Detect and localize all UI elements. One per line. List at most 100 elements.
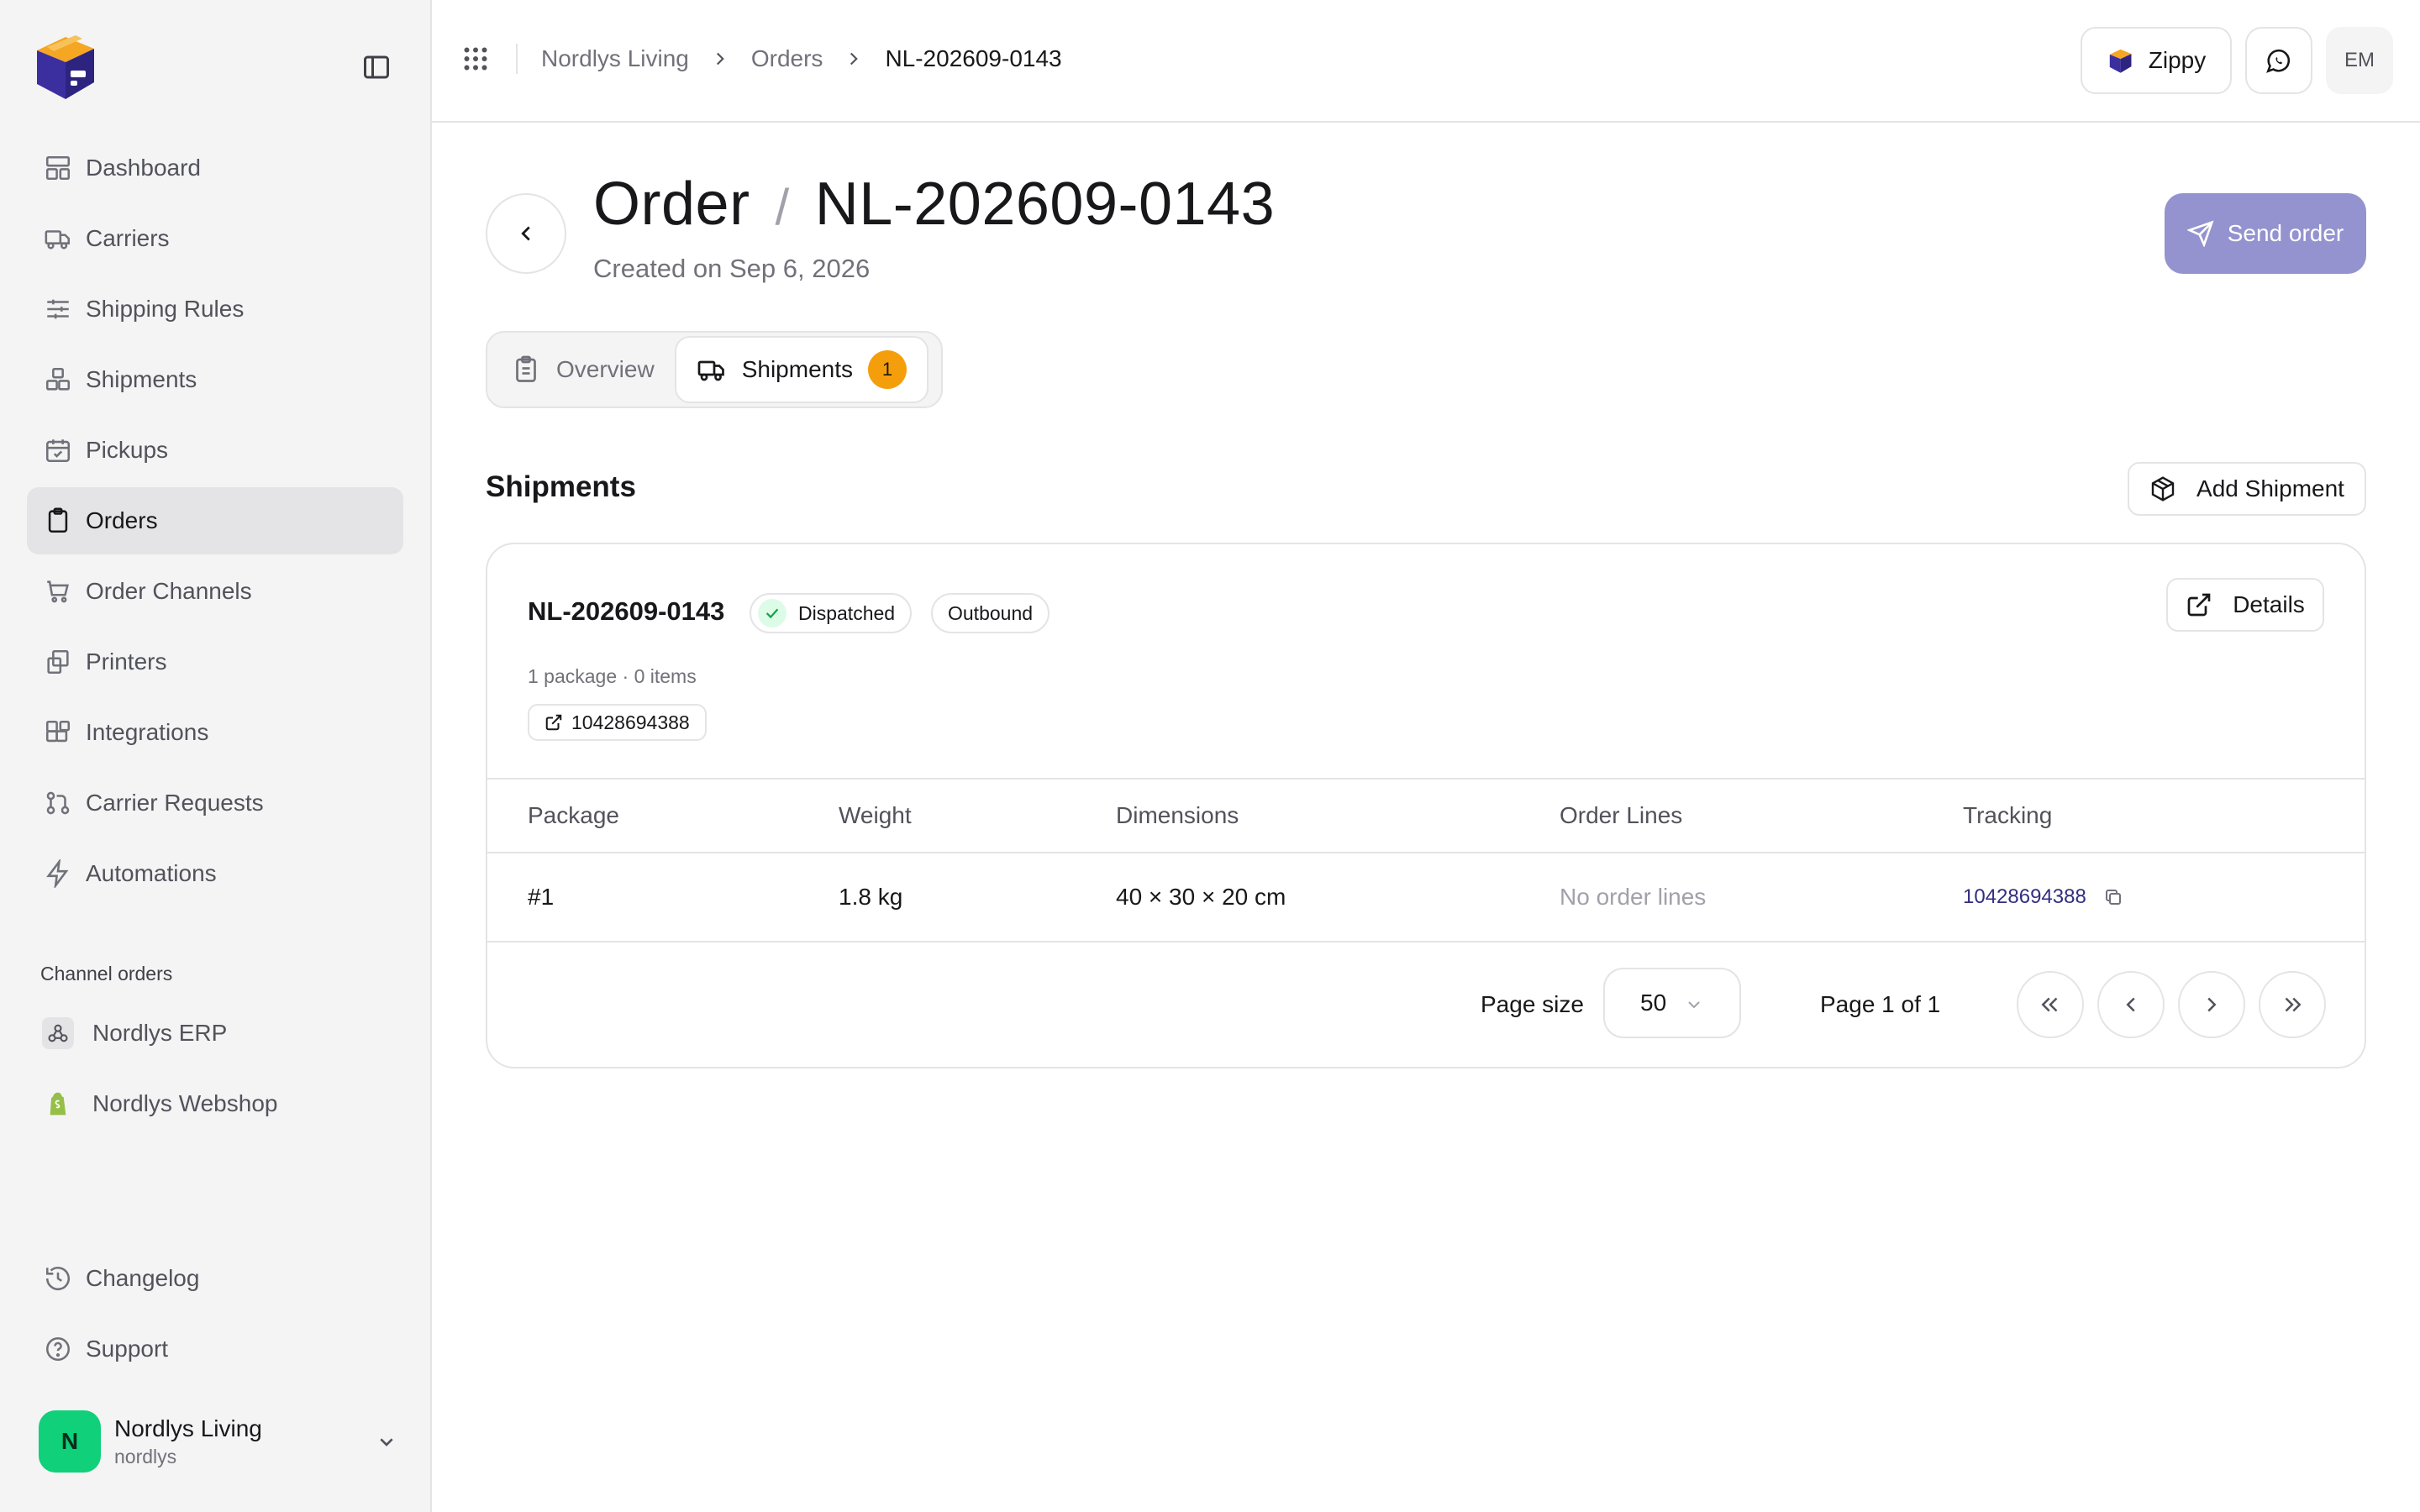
tracking-number-link[interactable]: 10428694388: [1963, 885, 2086, 909]
sidebar-item-support[interactable]: Support: [27, 1315, 403, 1383]
page-info: Page 1 of 1: [1820, 991, 1941, 1017]
sidebar-item-dashboard[interactable]: Dashboard: [27, 134, 403, 202]
check-icon: [758, 599, 786, 627]
tab-overview[interactable]: Overview: [491, 336, 675, 403]
sidebar-bottom-nav: Changelog Support: [27, 1245, 403, 1386]
channel-list: Nordlys ERP Nordlys Webshop: [27, 1000, 403, 1141]
cart-icon: [44, 577, 72, 606]
page-size-select[interactable]: 50: [1603, 968, 1741, 1038]
layout-icon: [44, 154, 72, 182]
direction-badge: Outbound: [931, 593, 1050, 633]
tab-label: Overview: [556, 356, 655, 382]
title-separator: /: [775, 179, 790, 235]
channel-item-erp[interactable]: Nordlys ERP: [27, 1000, 403, 1067]
sidebar-item-orders[interactable]: Orders: [27, 487, 403, 554]
sidebar-item-label: Carriers: [86, 225, 170, 251]
shipment-meta: 1 package · 0 items: [528, 665, 697, 687]
tab-label: Shipments: [741, 356, 853, 382]
message-circle-icon: [2265, 46, 2293, 75]
shipments-heading: Shipments: [486, 470, 636, 503]
column-header: Package: [528, 802, 619, 828]
chevron-right-icon: [2207, 997, 2217, 1012]
send-order-button[interactable]: Send order: [2165, 193, 2366, 274]
account-avatar: N: [39, 1410, 101, 1473]
status-badge: Dispatched: [750, 593, 913, 633]
pagination: Page size 50 Page 1 of 1: [487, 942, 2365, 1067]
divider: [516, 44, 518, 74]
first-page-button[interactable]: [2017, 971, 2084, 1038]
sidebar-item-printers[interactable]: Printers: [27, 628, 403, 696]
account-text: Nordlys Living nordlys: [114, 1415, 262, 1468]
column-header: Dimensions: [1116, 802, 1239, 828]
shipment-card: NL-202609-0143 Dispatched Outbound Detai…: [486, 543, 2366, 1068]
details-button[interactable]: Details: [2166, 578, 2324, 632]
sidebar-toggle-icon[interactable]: [360, 52, 393, 82]
channel-orders-heading: Channel orders: [40, 963, 173, 984]
created-date: Created on Sep 6, 2026: [593, 254, 871, 283]
table-header: Package Weight Dimensions Order Lines Tr…: [487, 778, 2365, 853]
chevron-right-icon: [709, 48, 731, 70]
chat-button[interactable]: [2245, 27, 2312, 94]
chevrons-right-icon: [2285, 997, 2302, 1012]
breadcrumb-item[interactable]: Orders: [751, 45, 823, 72]
sidebar-item-changelog[interactable]: Changelog: [27, 1245, 403, 1312]
calendar-check-icon: [44, 436, 72, 465]
sidebar-item-integrations[interactable]: Integrations: [27, 699, 403, 766]
sidebar-item-order-channels[interactable]: Order Channels: [27, 558, 403, 625]
sidebar-item-carrier-requests[interactable]: Carrier Requests: [27, 769, 403, 837]
account-switcher[interactable]: N Nordlys Living nordlys: [39, 1408, 400, 1475]
apps-grid-icon[interactable]: [460, 44, 491, 74]
tab-shipments[interactable]: Shipments 1: [674, 336, 929, 403]
copy-icon[interactable]: [2103, 887, 2123, 907]
channel-item-webshop[interactable]: Nordlys Webshop: [27, 1070, 403, 1137]
details-label: Details: [2233, 591, 2305, 617]
page-size-label: Page size: [1481, 991, 1584, 1017]
prev-page-button[interactable]: [2097, 971, 2165, 1038]
app-logo[interactable]: [29, 29, 104, 104]
sidebar-item-shipping-rules[interactable]: Shipping Rules: [27, 276, 403, 343]
clipboard-list-icon: [511, 354, 541, 385]
page-size-value: 50: [1640, 990, 1667, 1016]
breadcrumb: Nordlys Living Orders NL-202609-0143: [541, 44, 1062, 74]
account-slug: nordlys: [114, 1445, 177, 1467]
title-prefix: Order: [593, 171, 750, 238]
sidebar-item-label: Changelog: [86, 1265, 200, 1291]
sidebar-item-carriers[interactable]: Carriers: [27, 205, 403, 272]
add-shipment-label: Add Shipment: [2196, 475, 2344, 501]
webhook-icon: [42, 1017, 74, 1049]
sidebar-item-shipments[interactable]: Shipments: [27, 346, 403, 413]
channel-label: Nordlys ERP: [92, 1020, 228, 1046]
column-header: Order Lines: [1560, 802, 1683, 828]
sidebar-item-automations[interactable]: Automations: [27, 840, 403, 907]
clipboard-icon: [44, 507, 72, 535]
channel-label: Nordlys Webshop: [92, 1090, 278, 1116]
add-shipment-button[interactable]: Add Shipment: [2128, 462, 2366, 516]
sidebar-item-label: Carrier Requests: [86, 790, 264, 816]
history-icon: [44, 1264, 72, 1293]
breadcrumb-item[interactable]: Nordlys Living: [541, 45, 689, 72]
weight-cell: 1.8 kg: [839, 884, 903, 910]
tracking-link[interactable]: 10428694388: [528, 704, 707, 741]
chevron-left-icon: [2126, 997, 2135, 1012]
sidebar: Dashboard Carriers Shipping Rules Shipme…: [0, 0, 432, 1512]
send-order-label: Send order: [2227, 220, 2344, 246]
chevron-down-icon: [1688, 1001, 1700, 1009]
status-label: Dispatched: [798, 601, 896, 624]
sidebar-item-pickups[interactable]: Pickups: [27, 417, 403, 484]
sidebar-item-label: Shipping Rules: [86, 296, 245, 322]
order-number: NL-202609-0143: [814, 171, 1276, 238]
tracking-chip-number: 10428694388: [571, 711, 690, 733]
chevron-left-icon: [513, 221, 539, 246]
back-button[interactable]: [486, 193, 566, 274]
zippy-button[interactable]: Zippy: [2081, 27, 2232, 94]
chevron-right-icon: [843, 48, 865, 70]
next-page-button[interactable]: [2178, 971, 2245, 1038]
help-circle-icon: [44, 1335, 72, 1363]
shopify-bag-icon: [42, 1088, 74, 1120]
last-page-button[interactable]: [2259, 971, 2326, 1038]
count-badge: 1: [868, 350, 907, 389]
table-row: #1 1.8 kg 40 × 30 × 20 cm No order lines…: [487, 853, 2365, 942]
chevron-down-icon: [373, 1428, 400, 1455]
package-icon: [2151, 476, 2175, 501]
user-avatar[interactable]: EM: [2326, 27, 2393, 94]
